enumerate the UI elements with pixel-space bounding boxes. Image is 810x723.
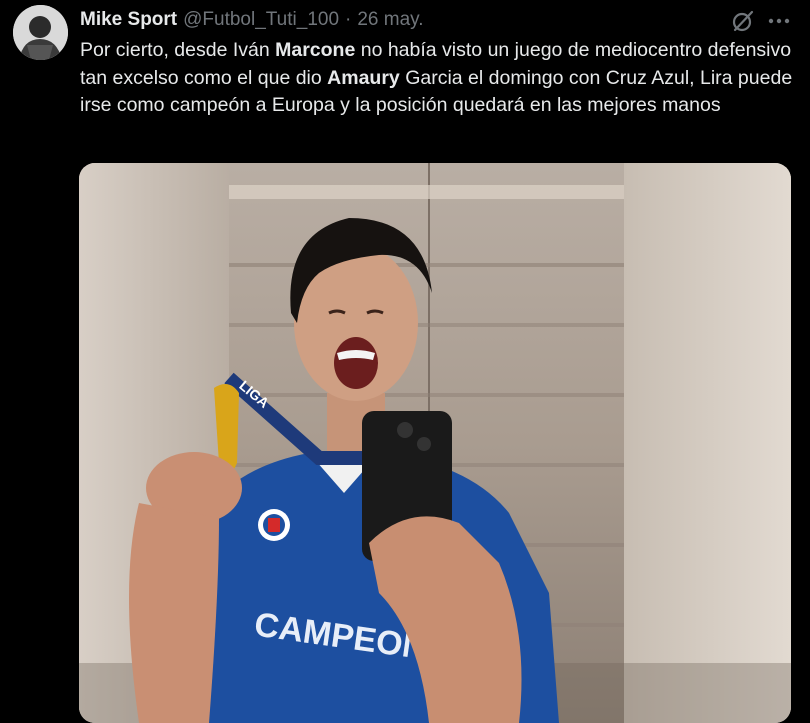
tweet-text: Por cierto, desde Iván Marcone no había … bbox=[80, 37, 800, 120]
more-icon bbox=[768, 18, 790, 24]
mention-amaury: Amaury bbox=[327, 66, 400, 89]
open-mouth bbox=[334, 337, 378, 389]
author-handle[interactable]: @Futbol_Tuti_100 bbox=[183, 9, 339, 31]
header-separator: · bbox=[345, 9, 352, 30]
grok-button[interactable] bbox=[730, 8, 756, 34]
tweet-header: Mike Sport @Futbol_Tuti_100 · 26 may. bbox=[80, 8, 424, 32]
right-wall bbox=[624, 163, 791, 723]
grok-icon bbox=[732, 10, 754, 32]
more-options-button[interactable] bbox=[764, 8, 794, 34]
tweet-media-image[interactable]: CAMPEON LIGA bbox=[79, 163, 791, 723]
elevator-selfie-photo: CAMPEON LIGA bbox=[79, 163, 791, 723]
author-display-name[interactable]: Mike Sport bbox=[80, 9, 177, 31]
tweet-text-part: Por cierto, desde Iván bbox=[80, 39, 276, 61]
avatar-image bbox=[13, 5, 68, 60]
mention-marcone: Marcone bbox=[275, 39, 356, 61]
tweet-date[interactable]: 26 may. bbox=[357, 9, 423, 31]
author-avatar[interactable] bbox=[13, 5, 68, 60]
